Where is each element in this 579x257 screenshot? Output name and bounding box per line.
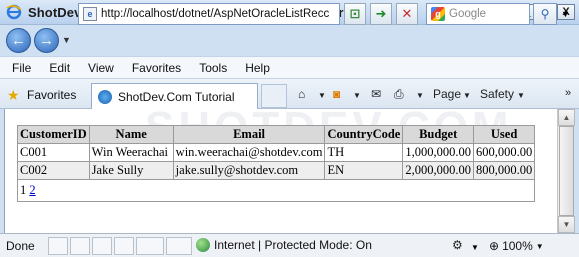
tab-page-icon [98,89,112,104]
cell-name: Jake Sully [88,161,174,180]
protected-mode-icon[interactable]: ⚙ [452,238,463,252]
menu-help[interactable]: Help [245,61,270,75]
more-commands-icon[interactable]: » [565,87,571,99]
pager-current-page: 1 [20,183,27,197]
table-header-row: CustomerID Name Email CountryCode Budget… [17,125,536,144]
feeds-dropdown-icon[interactable]: ▼ [353,91,361,100]
new-tab-button[interactable] [261,84,287,108]
status-segment [70,237,90,255]
search-options-dropdown-icon[interactable]: ▼ [561,9,570,19]
protected-dropdown-icon[interactable]: ▼ [471,243,479,252]
tab-shotdev[interactable]: ShotDev.Com Tutorial [91,83,258,109]
cell-name: Win Weerachai [88,143,174,162]
page-content: SHOTDEV.COM CustomerID Name Email Countr… [4,109,557,233]
go-button[interactable]: ➜ [370,3,392,25]
recent-pages-dropdown-icon[interactable]: ▼ [62,35,71,45]
zoom-control[interactable]: ⊕ 100% ▼ [489,239,544,253]
scrollbar-thumb[interactable] [559,126,574,216]
cell-customerid: C002 [17,161,90,180]
stop-button[interactable]: ✕ [396,3,418,25]
favorites-bar: ★ Favorites ShotDev.Com Tutorial ⌂ ▼ ◙ ▼… [0,78,579,109]
cell-budget: 1,000,000.00 [402,143,474,162]
page-icon: e [83,7,97,21]
read-mail-icon[interactable]: ✉ [371,87,381,101]
search-input[interactable]: Google [449,8,486,20]
page-menu-button[interactable]: Page [433,87,461,101]
cell-used: 800,000.00 [472,161,536,180]
safety-menu-button[interactable]: Safety [480,87,514,101]
globe-icon [196,238,210,252]
compatibility-view-button[interactable]: ⊡ [344,3,366,25]
header-name: Name [88,125,174,144]
vertical-scrollbar[interactable]: ▲ ▼ [557,109,575,233]
status-segment [48,237,68,255]
cell-email: win.weerachai@shotdev.com [172,143,326,162]
home-icon[interactable]: ⌂ [298,87,305,101]
forward-button[interactable]: → [34,27,59,53]
status-text: Done [6,238,35,253]
stop-icon: ✕ [401,6,413,21]
zoom-icon: ⊕ [489,239,500,253]
status-segment [166,237,192,255]
table-row: C002 Jake Sully jake.sully@shotdev.com E… [17,161,536,180]
zoom-level: 100% [502,239,533,253]
customer-table: CustomerID Name Email CountryCode Budget… [16,125,536,202]
feeds-icon[interactable]: ◙ [333,87,340,101]
search-box[interactable]: g Google [426,3,530,25]
menu-bar: File Edit View Favorites Tools Help [0,56,579,78]
cell-used: 600,000.00 [472,143,536,162]
zoom-dropdown-icon: ▼ [535,241,544,251]
scroll-up-icon[interactable]: ▲ [558,109,575,126]
header-used: Used [472,125,536,144]
favorites-star-icon[interactable]: ★ [7,87,20,104]
menu-view[interactable]: View [88,61,114,75]
header-countrycode: CountryCode [324,125,404,144]
search-button[interactable]: ⚲ [533,3,557,25]
status-bar: Done Internet | Protected Mode: On ⚙ ▼ ⊕… [0,233,579,257]
status-segment [92,237,112,255]
favorites-button[interactable]: Favorites [27,88,76,102]
menu-favorites[interactable]: Favorites [132,61,181,75]
status-segment [114,237,134,255]
cell-customerid: C001 [17,143,90,162]
zone-text: Internet | Protected Mode: On [214,238,372,252]
status-segment [136,237,164,255]
forward-arrow-icon: → [39,31,54,49]
menu-edit[interactable]: Edit [49,61,70,75]
internet-explorer-icon [6,4,22,20]
back-arrow-icon: ← [11,31,26,49]
safety-dropdown-icon: ▼ [517,91,525,100]
go-arrow-icon: ➜ [375,6,387,21]
pager-link-page-2[interactable]: 2 [29,183,35,197]
security-zone[interactable]: Internet | Protected Mode: On [196,238,372,252]
compatibility-icon: ⊡ [349,6,361,21]
header-email: Email [172,125,326,144]
header-customerid: CustomerID [17,125,90,144]
cell-email: jake.sully@shotdev.com [172,161,326,180]
tab-title: ShotDev.Com Tutorial [118,89,235,104]
address-input[interactable]: http://localhost/dotnet/AspNetOracleList… [101,8,329,20]
google-icon: g [431,7,445,21]
header-budget: Budget [402,125,474,144]
pager-row: 1 2 [16,179,536,202]
home-dropdown-icon[interactable]: ▼ [318,91,326,100]
cell-countrycode: TH [324,143,404,162]
print-dropdown-icon[interactable]: ▼ [416,91,424,100]
menu-file[interactable]: File [12,61,31,75]
navigation-bar: ← → ▼ [0,25,579,55]
search-icon: ⚲ [540,7,550,21]
page-dropdown-icon: ▼ [463,91,471,100]
menu-tools[interactable]: Tools [199,61,227,75]
cell-budget: 2,000,000.00 [402,161,474,180]
back-button[interactable]: ← [6,27,31,53]
table-row: C001 Win Weerachai win.weerachai@shotdev… [17,143,536,162]
scroll-down-icon[interactable]: ▼ [558,216,575,233]
print-icon[interactable]: ⎙ [394,87,404,102]
address-bar[interactable]: e http://localhost/dotnet/AspNetOracleLi… [78,3,340,25]
cell-countrycode: EN [324,161,404,180]
